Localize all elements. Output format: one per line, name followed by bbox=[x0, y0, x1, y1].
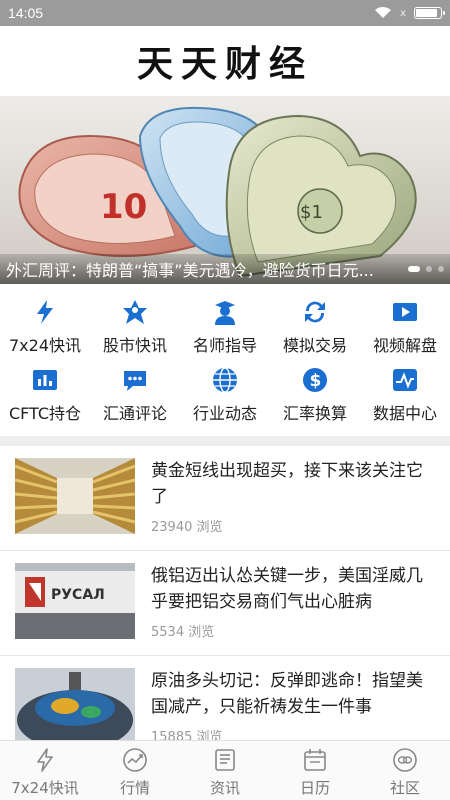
news-title: 黄金短线出现超买，接下来该关注它了 bbox=[151, 461, 423, 507]
stock-figure-icon bbox=[121, 298, 149, 326]
news-item[interactable]: 黄金短线出现超买，接下来该关注它了 23940 浏览 bbox=[0, 446, 450, 551]
quick-item-7x24[interactable]: 7x24快讯 bbox=[0, 290, 90, 358]
nav-tab-news[interactable]: 资讯 bbox=[180, 741, 270, 800]
banner-caption[interactable]: 外汇周评：特朗普“搞事”美元遇冷，避险货币日元... bbox=[0, 254, 450, 284]
svg-text:РУСАЛ: РУСАЛ bbox=[51, 587, 105, 603]
banner-carousel[interactable]: 10 $1 外汇周评：特朗普“搞事”美元遇冷，避险货币日元... bbox=[0, 96, 450, 284]
news-thumbnail bbox=[15, 668, 135, 740]
signal-status: x bbox=[400, 7, 406, 19]
quick-item-label: 视频解盘 bbox=[372, 336, 437, 355]
quick-item-label: 汇通评论 bbox=[102, 404, 167, 423]
dollar-coin-icon: $ bbox=[301, 366, 329, 394]
quick-item-label: 汇率换算 bbox=[282, 404, 347, 423]
nav-label: 社区 bbox=[389, 779, 420, 797]
exchange-arrows-icon bbox=[301, 298, 329, 326]
app-header: 天天财经 bbox=[0, 26, 450, 96]
battery-icon bbox=[414, 7, 445, 19]
quick-item-label: 行业动态 bbox=[192, 404, 257, 423]
nav-label: 行情 bbox=[119, 779, 150, 797]
nav-tab-7x24[interactable]: 7x24快讯 bbox=[0, 741, 90, 800]
quick-item-data-center[interactable]: 数据中心 bbox=[360, 358, 450, 426]
quick-item-label: 名师指导 bbox=[192, 336, 257, 355]
quick-item-label: 股市快讯 bbox=[102, 336, 167, 355]
quick-item-teacher[interactable]: 名师指导 bbox=[180, 290, 270, 358]
news-views: 23940 浏览 bbox=[151, 520, 223, 535]
nav-label: 资讯 bbox=[209, 779, 240, 797]
news-list: 黄金短线出现超买，接下来该关注它了 23940 浏览 РУСАЛ 俄铝迈出认怂关… bbox=[0, 446, 450, 740]
news-item[interactable]: 原油多头切记：反弹即逃命！指望美国减产，只能祈祷发生一件事 15885 浏览 bbox=[0, 656, 450, 740]
lightning-outline-icon bbox=[37, 748, 53, 772]
trend-circle-icon bbox=[123, 748, 147, 772]
battery-level bbox=[416, 9, 437, 17]
news-body: 俄铝迈出认怂关键一步，美国淫威几乎要把铝交易商们气出心脏病 5534 浏览 bbox=[151, 563, 435, 655]
quick-item-cftc[interactable]: CFTC持仓 bbox=[0, 358, 90, 426]
lightning-icon bbox=[31, 298, 59, 326]
svg-text:10: 10 bbox=[100, 187, 147, 227]
nav-tab-calendar[interactable]: 日历 bbox=[270, 741, 360, 800]
banner-caption-text: 外汇周评：特朗普“搞事”美元遇冷，避险货币日元... bbox=[6, 261, 374, 280]
carousel-dot-active[interactable] bbox=[408, 266, 420, 272]
news-views: 15885 浏览 bbox=[151, 730, 223, 740]
news-title: 原油多头切记：反弹即逃命！指望美国减产，只能祈祷发生一件事 bbox=[151, 671, 423, 717]
status-bar: 14:05 x bbox=[0, 0, 450, 26]
quick-item-stock-news[interactable]: 股市快讯 bbox=[90, 290, 180, 358]
nav-tab-market[interactable]: 行情 bbox=[90, 741, 180, 800]
carousel-indicators bbox=[408, 266, 444, 272]
section-divider bbox=[0, 436, 450, 446]
quick-item-fx-convert[interactable]: $ 汇率换算 bbox=[270, 358, 360, 426]
gold-bars-image bbox=[15, 458, 135, 534]
carousel-dot[interactable] bbox=[426, 266, 432, 272]
news-item[interactable]: РУСАЛ 俄铝迈出认怂关键一步，美国淫威几乎要把铝交易商们气出心脏病 5534… bbox=[0, 551, 450, 656]
bottom-nav: 7x24快讯 行情 资讯 日历 社区 bbox=[0, 740, 450, 800]
quick-item-comment[interactable]: 汇通评论 bbox=[90, 358, 180, 426]
quick-item-industry[interactable]: 行业动态 bbox=[180, 358, 270, 426]
svg-text:$: $ bbox=[310, 371, 322, 391]
wifi-icon bbox=[375, 7, 392, 18]
news-thumbnail bbox=[15, 458, 135, 534]
globe-icon bbox=[211, 366, 239, 394]
pulse-chart-icon bbox=[391, 366, 419, 394]
status-indicators: x bbox=[374, 7, 445, 19]
news-title: 俄铝迈出认怂关键一步，美国淫威几乎要把铝交易商们气出心脏病 bbox=[151, 566, 423, 612]
carousel-dot[interactable] bbox=[438, 266, 444, 272]
status-time: 14:05 bbox=[8, 5, 44, 21]
nav-tab-community[interactable]: 社区 bbox=[360, 741, 450, 800]
rusal-sign-image: РУСАЛ bbox=[15, 563, 135, 639]
news-body: 原油多头切记：反弹即逃命！指望美国减产，只能祈祷发生一件事 15885 浏览 bbox=[151, 668, 435, 740]
chat-bubbles-icon bbox=[393, 748, 417, 772]
nav-label: 7x24快讯 bbox=[11, 779, 79, 797]
app-title: 天天财经 bbox=[136, 43, 313, 85]
quick-item-label: 模拟交易 bbox=[282, 336, 347, 355]
quick-item-sim-trade[interactable]: 模拟交易 bbox=[270, 290, 360, 358]
news-body: 黄金短线出现超买，接下来该关注它了 23940 浏览 bbox=[151, 458, 435, 550]
video-play-icon bbox=[391, 298, 419, 326]
news-thumbnail: РУСАЛ bbox=[15, 563, 135, 639]
quick-item-label: 数据中心 bbox=[372, 404, 437, 423]
quick-menu-grid: 7x24快讯 股市快讯 名师指导 模拟交易 视频解盘 CFTC持仓 汇通评论 行… bbox=[0, 290, 450, 430]
news-views: 5534 浏览 bbox=[151, 625, 215, 640]
calendar-icon bbox=[304, 749, 326, 771]
bar-chart-icon bbox=[31, 366, 59, 394]
svg-text:$1: $1 bbox=[300, 202, 323, 223]
newspaper-icon bbox=[215, 749, 235, 771]
teacher-icon bbox=[211, 298, 239, 326]
oil-drum-image bbox=[15, 668, 135, 740]
comment-bubble-icon bbox=[121, 366, 149, 394]
quick-item-video[interactable]: 视频解盘 bbox=[360, 290, 450, 358]
nav-label: 日历 bbox=[299, 779, 330, 797]
quick-item-label: 7x24快讯 bbox=[8, 336, 81, 355]
quick-item-label: CFTC持仓 bbox=[8, 404, 82, 423]
